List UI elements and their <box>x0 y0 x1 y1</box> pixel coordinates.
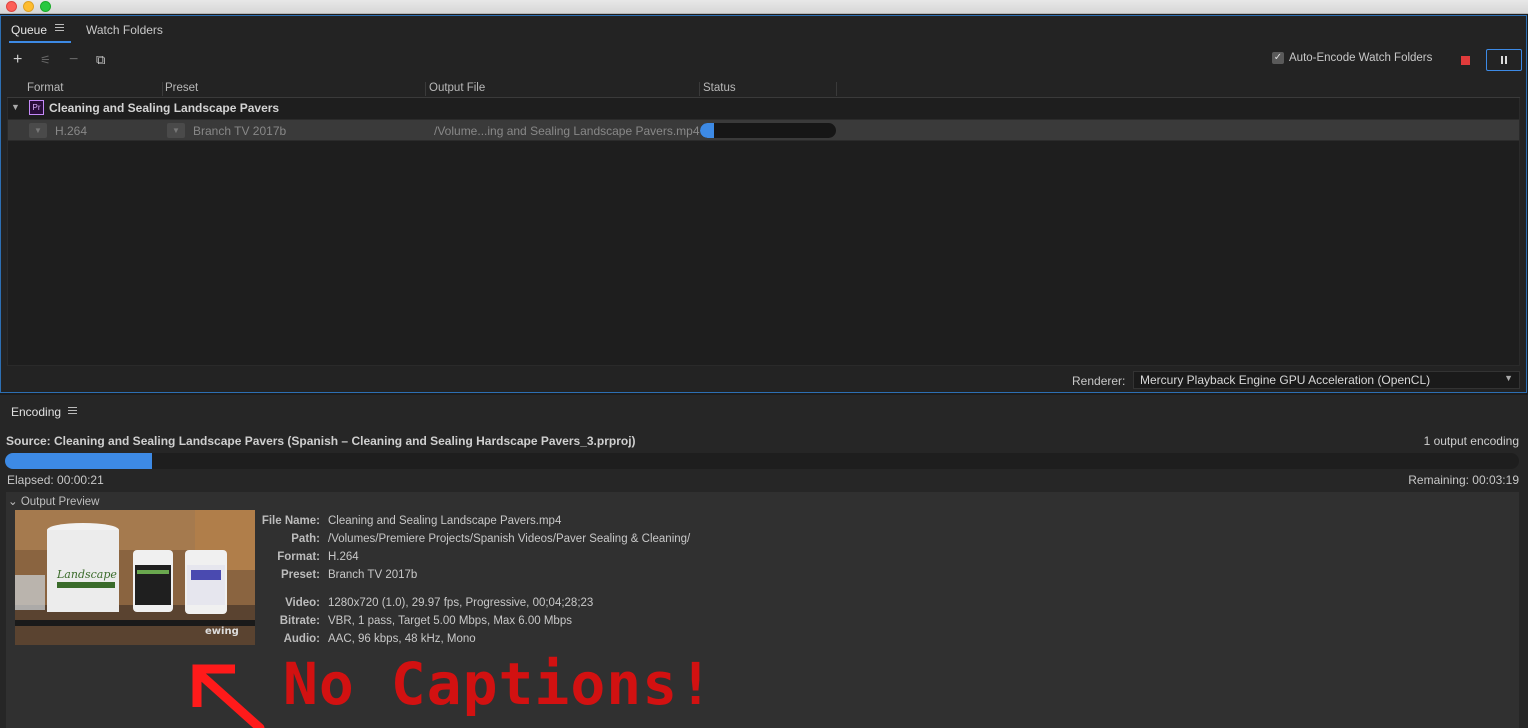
output-metadata: File Name: Cleaning and Sealing Landscape… <box>258 512 690 648</box>
remaining-time: Remaining: 00:03:19 <box>1408 473 1519 487</box>
renderer-value: Mercury Playback Engine GPU Acceleration… <box>1140 373 1431 387</box>
annotation-arrow <box>192 664 265 728</box>
item-output-file[interactable]: /Volume...ing and Sealing Landscape Pave… <box>434 124 700 138</box>
tab-watch-folders[interactable]: Watch Folders <box>86 23 163 37</box>
path-key: Path: <box>291 533 320 545</box>
bitrate-key: Bitrate: <box>279 615 320 627</box>
column-status[interactable]: Status <box>703 82 736 94</box>
output-preview-toggle[interactable]: ⌄ Output Preview <box>8 494 99 508</box>
encoding-panel-menu-icon[interactable] <box>68 407 77 416</box>
tab-queue[interactable]: Queue <box>8 23 72 43</box>
stop-queue-button[interactable] <box>1461 56 1470 65</box>
video-value: 1280x720 (1.0), 29.97 fps, Progressive, … <box>328 597 594 609</box>
file-name-key: File Name: <box>261 515 320 527</box>
svg-text:Landscape: Landscape <box>56 568 117 581</box>
queue-column-header: Format Preset Output File Status <box>7 80 1520 98</box>
auto-encode-checkbox[interactable]: ✓ <box>1272 52 1284 64</box>
output-count: 1 output encoding <box>1423 434 1519 448</box>
minimize-window-button[interactable] <box>23 1 34 12</box>
chevron-down-icon[interactable]: ▼ <box>11 102 20 112</box>
preset-settings-icon[interactable]: ⚟ <box>40 54 51 66</box>
item-preset[interactable]: Branch TV 2017b <box>193 124 286 138</box>
audio-key: Audio: <box>283 633 320 645</box>
output-preview-label: Output Preview <box>20 496 100 508</box>
file-name-value: Cleaning and Sealing Landscape Pavers.mp… <box>328 515 562 527</box>
tab-encoding[interactable]: Encoding <box>11 405 61 419</box>
auto-encode-toggle[interactable]: ✓ Auto-Encode Watch Folders <box>1272 52 1432 64</box>
remove-icon[interactable]: − <box>69 52 78 68</box>
item-status-progress <box>700 123 836 138</box>
bitrate-value: VBR, 1 pass, Target 5.00 Mbps, Max 6.00 … <box>328 615 572 627</box>
duplicate-icon[interactable]: ⧉ <box>96 53 105 66</box>
renderer-label: Renderer: <box>1072 374 1126 388</box>
column-preset[interactable]: Preset <box>165 82 198 94</box>
close-window-button[interactable] <box>6 1 17 12</box>
thumbnail-watermark: ewing <box>205 626 239 637</box>
elapsed-time: Elapsed: 00:00:21 <box>7 473 104 487</box>
pause-queue-button[interactable] <box>1486 49 1522 71</box>
preset-value: Branch TV 2017b <box>328 569 418 581</box>
encoding-progress-bar <box>5 453 1519 469</box>
video-key: Video: <box>285 597 320 609</box>
format-value: H.264 <box>328 551 359 563</box>
format-dropdown-icon[interactable]: ▼ <box>29 123 47 138</box>
column-format[interactable]: Format <box>27 82 63 94</box>
item-progress-fill <box>700 123 714 138</box>
queue-list: ▼ Pr Cleaning and Sealing Landscape Pave… <box>7 98 1520 366</box>
annotation-text: No Captions! <box>283 650 715 718</box>
video-preview-thumbnail: Landscape ewing <box>15 510 255 645</box>
add-source-icon[interactable]: + <box>13 52 22 68</box>
auto-encode-label: Auto-Encode Watch Folders <box>1289 52 1433 64</box>
audio-value: AAC, 96 kbps, 48 kHz, Mono <box>328 633 476 645</box>
queue-panel: Queue Watch Folders + ⚟ − ⧉ ✓ Auto-Encod… <box>0 15 1527 393</box>
preset-dropdown-icon[interactable]: ▼ <box>167 123 185 138</box>
encoding-progress-fill <box>5 453 152 469</box>
item-format[interactable]: H.264 <box>55 124 87 138</box>
group-title: Cleaning and Sealing Landscape Pavers <box>49 101 280 115</box>
path-value[interactable]: /Volumes/Premiere Projects/Spanish Video… <box>328 530 690 548</box>
renderer-select[interactable]: Mercury Playback Engine GPU Acceleration… <box>1133 371 1520 389</box>
queue-panel-menu-icon[interactable] <box>55 24 64 33</box>
window-titlebar <box>0 0 1528 14</box>
queue-tabs: Queue Watch Folders <box>1 16 1526 44</box>
chevron-down-icon: ▼ <box>1504 373 1513 383</box>
premiere-pro-icon: Pr <box>29 100 44 115</box>
encoding-source: Source: Cleaning and Sealing Landscape P… <box>6 434 636 448</box>
zoom-window-button[interactable] <box>40 1 51 12</box>
format-key: Format: <box>277 551 320 563</box>
queue-item-row[interactable]: ▼ H.264 ▼ Branch TV 2017b /Volume...ing … <box>8 119 1519 141</box>
column-output-file[interactable]: Output File <box>429 82 485 94</box>
preset-key: Preset: <box>281 569 320 581</box>
queue-group-row[interactable]: ▼ Pr Cleaning and Sealing Landscape Pave… <box>8 98 1519 119</box>
